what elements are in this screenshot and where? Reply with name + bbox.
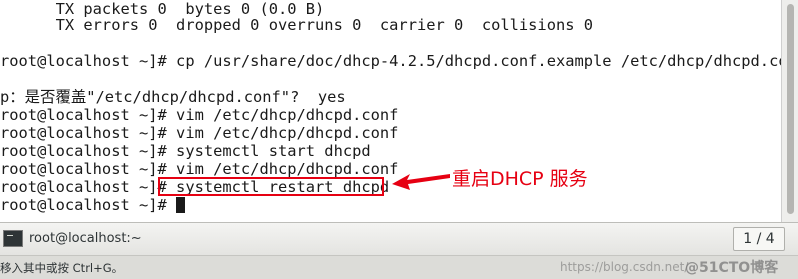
vertical-scrollbar[interactable]	[781, 0, 798, 222]
terminal-window[interactable]: TX packets 0 bytes 0 (0.0 B) TX errors 0…	[0, 0, 781, 222]
terminal-line: root@localhost ~]# systemctl start dhcpd	[0, 142, 371, 160]
terminal-line: root@localhost ~]# vim /etc/dhcp/dhcpd.c…	[0, 160, 399, 178]
scrollbar-thumb[interactable]	[787, 4, 794, 214]
terminal-line: root@localhost ~]# vim /etc/dhcp/dhcpd.c…	[0, 106, 399, 124]
taskbar-window-item[interactable]: root@localhost:~	[0, 226, 460, 251]
workspace-pager[interactable]: 1 / 4	[733, 227, 785, 251]
watermark-logo: @51CTO博客	[685, 260, 779, 276]
terminal-icon	[3, 230, 23, 247]
taskbar-window-title: root@localhost:~	[29, 231, 142, 246]
terminal-line: root@localhost ~]# cp /usr/share/doc/dhc…	[0, 52, 781, 70]
arrow-icon	[392, 174, 450, 190]
terminal-prompt: root@localhost ~]#	[0, 196, 177, 214]
terminal-prompt-line[interactable]: root@localhost ~]#	[0, 196, 186, 214]
command-highlight-box	[158, 177, 384, 196]
terminal-line: TX errors 0 dropped 0 overruns 0 carrier…	[0, 16, 594, 34]
annotation-label: 重启DHCP 服务	[452, 168, 588, 190]
terminal-line: root@localhost ~]# vim /etc/dhcp/dhcpd.c…	[0, 124, 399, 142]
watermark-url: https://blog.csdn.net/	[560, 260, 689, 274]
status-hint: 移入其中或按 Ctrl+G。	[0, 261, 124, 275]
text-cursor	[176, 197, 186, 213]
taskbar: root@localhost:~ 1 / 4	[0, 222, 798, 255]
terminal-line: p：是否覆盖"/etc/dhcp/dhcpd.conf"? yes	[0, 88, 346, 106]
status-bar: 移入其中或按 Ctrl+G。 https://blog.csdn.net/ @5…	[0, 255, 798, 279]
